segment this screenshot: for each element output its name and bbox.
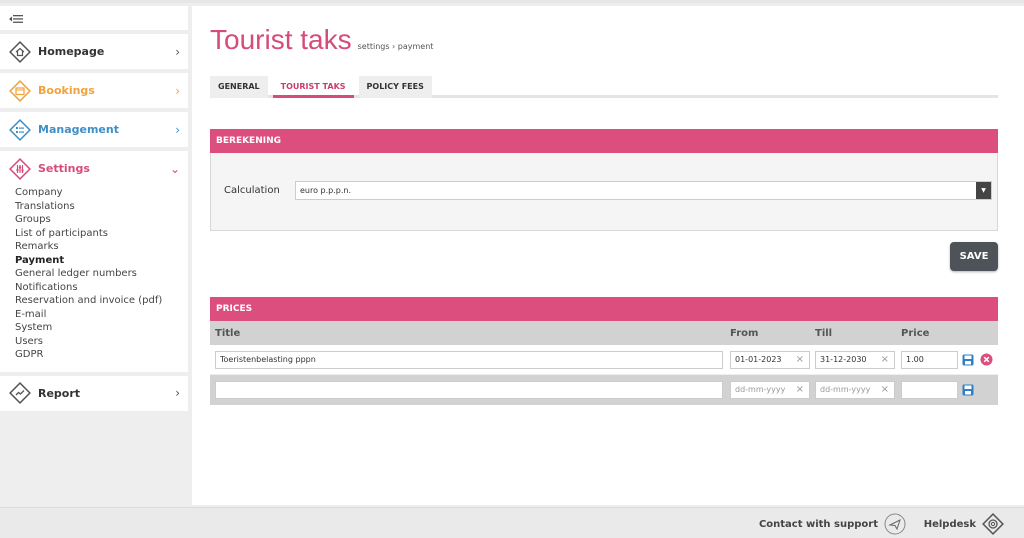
price-input[interactable]: 1.00 xyxy=(901,350,958,369)
sidebar-item-label: Bookings xyxy=(38,84,95,97)
breadcrumb: settings › payment xyxy=(357,42,434,51)
submenu-item-email[interactable]: E-mail xyxy=(15,308,188,322)
prices-header: PRICES xyxy=(210,297,998,321)
contact-support-link[interactable]: Contact with support xyxy=(759,513,906,535)
footer: Contact with support Helpdesk xyxy=(0,507,1024,538)
paper-plane-icon[interactable] xyxy=(884,513,906,535)
submenu-item-ledger[interactable]: General ledger numbers xyxy=(15,267,188,281)
calculation-value: euro p.p.p.n. xyxy=(300,186,352,195)
submenu-item-notifications[interactable]: Notifications xyxy=(15,281,188,295)
tab-tourist-taks[interactable]: TOURIST TAKS xyxy=(272,76,354,98)
lifebuoy-icon[interactable] xyxy=(982,513,1004,535)
sidebar-toggle[interactable] xyxy=(0,6,188,30)
sidebar-item-label: Management xyxy=(38,123,119,136)
calculation-label: Calculation xyxy=(224,185,280,196)
prices-table: Title From Till Price Toeristenbelasting… xyxy=(210,321,998,405)
tab-bar: GENERAL TOURIST TAKS POLICY FEES xyxy=(210,76,998,98)
tab-general[interactable]: GENERAL xyxy=(210,76,268,98)
chevron-down-icon: ⌄ xyxy=(169,161,180,176)
submenu-item-reservation-pdf[interactable]: Reservation and invoice (pdf) xyxy=(15,294,188,308)
sidebar-item-label: Homepage xyxy=(38,45,105,58)
chevron-right-icon: › xyxy=(175,83,180,98)
clear-icon[interactable]: × xyxy=(881,352,889,368)
calendar-icon xyxy=(9,79,31,102)
sidebar-item-report[interactable]: Report › xyxy=(0,375,188,411)
table-row-new: dd-mm-yyyy × dd-mm-yyyy × xyxy=(210,375,998,405)
submenu-item-system[interactable]: System xyxy=(15,321,188,335)
sidebar-item-homepage[interactable]: Homepage › xyxy=(0,34,188,69)
column-from: From xyxy=(730,327,759,339)
submenu-item-gdpr[interactable]: GDPR xyxy=(15,348,188,362)
column-till: Till xyxy=(815,327,833,339)
home-icon xyxy=(9,40,31,63)
calculation-select[interactable]: euro p.p.p.n. ▼ xyxy=(295,181,992,200)
helpdesk-label: Helpdesk xyxy=(923,518,976,530)
submenu-item-participants[interactable]: List of participants xyxy=(15,227,188,241)
settings-submenu: Company Translations Groups List of part… xyxy=(0,186,188,372)
new-title-input[interactable] xyxy=(215,381,723,399)
column-title: Title xyxy=(215,327,241,339)
berekening-header: BEREKENING xyxy=(210,129,998,153)
chevron-right-icon: › xyxy=(175,122,180,137)
chevron-right-icon: › xyxy=(175,386,180,400)
from-date-value: 01-01-2023 xyxy=(735,354,782,364)
from-date-placeholder: dd-mm-yyyy xyxy=(735,385,786,394)
submenu-item-groups[interactable]: Groups xyxy=(15,213,188,227)
menu-collapse-icon[interactable] xyxy=(8,13,24,25)
from-date-input[interactable]: 01-01-2023 × xyxy=(730,350,810,369)
sidebar-item-settings[interactable]: Settings ⌄ Company Translations Groups L… xyxy=(0,151,188,372)
sidebar-item-label: Settings xyxy=(38,162,90,175)
new-till-date-input[interactable]: dd-mm-yyyy × xyxy=(815,381,895,399)
till-date-value: 31-12-2030 xyxy=(820,354,867,364)
clear-icon[interactable]: × xyxy=(796,382,804,398)
column-price: Price xyxy=(901,327,930,339)
save-icon[interactable] xyxy=(961,353,975,367)
submenu-item-translations[interactable]: Translations xyxy=(15,200,188,214)
helpdesk-link[interactable]: Helpdesk xyxy=(924,513,1004,535)
clear-icon[interactable]: × xyxy=(881,382,889,398)
submenu-item-company[interactable]: Company xyxy=(15,186,188,200)
submenu-item-remarks[interactable]: Remarks xyxy=(15,240,188,254)
chevron-right-icon: › xyxy=(175,44,180,59)
save-button[interactable]: SAVE xyxy=(950,242,998,271)
sidebar-item-label: Report xyxy=(38,386,81,400)
page-title: Tourist taks xyxy=(210,24,352,55)
berekening-panel: Calculation euro p.p.p.n. ▼ xyxy=(210,153,998,231)
till-date-placeholder: dd-mm-yyyy xyxy=(820,385,871,394)
dropdown-arrow-icon[interactable]: ▼ xyxy=(976,182,991,199)
clear-icon[interactable]: × xyxy=(796,352,804,368)
submenu-item-payment[interactable]: Payment xyxy=(15,254,188,268)
main-content: Tourist taks settings › payment GENERAL … xyxy=(192,6,1024,505)
sliders-icon xyxy=(9,157,31,180)
new-price-input[interactable] xyxy=(901,381,958,399)
list-icon xyxy=(9,118,31,141)
title-input[interactable]: Toeristenbelasting pppn xyxy=(215,350,723,369)
contact-support-label: Contact with support xyxy=(758,518,878,530)
delete-icon[interactable] xyxy=(979,353,993,367)
save-icon[interactable] xyxy=(961,383,975,397)
sidebar: Homepage › Bookings › Management › Setti… xyxy=(0,6,188,415)
table-header-row: Title From Till Price xyxy=(210,321,998,345)
sidebar-item-management[interactable]: Management › xyxy=(0,112,188,147)
top-divider xyxy=(0,0,1024,3)
till-date-input[interactable]: 31-12-2030 × xyxy=(815,350,895,369)
submenu-item-users[interactable]: Users xyxy=(15,335,188,349)
new-from-date-input[interactable]: dd-mm-yyyy × xyxy=(730,381,810,399)
sidebar-item-bookings[interactable]: Bookings › xyxy=(0,73,188,108)
title-row: Tourist taks settings › payment xyxy=(210,24,433,56)
tab-policy-fees[interactable]: POLICY FEES xyxy=(358,76,432,98)
chart-line-icon xyxy=(9,382,31,404)
table-row: Toeristenbelasting pppn 01-01-2023 × 31-1… xyxy=(210,345,998,375)
